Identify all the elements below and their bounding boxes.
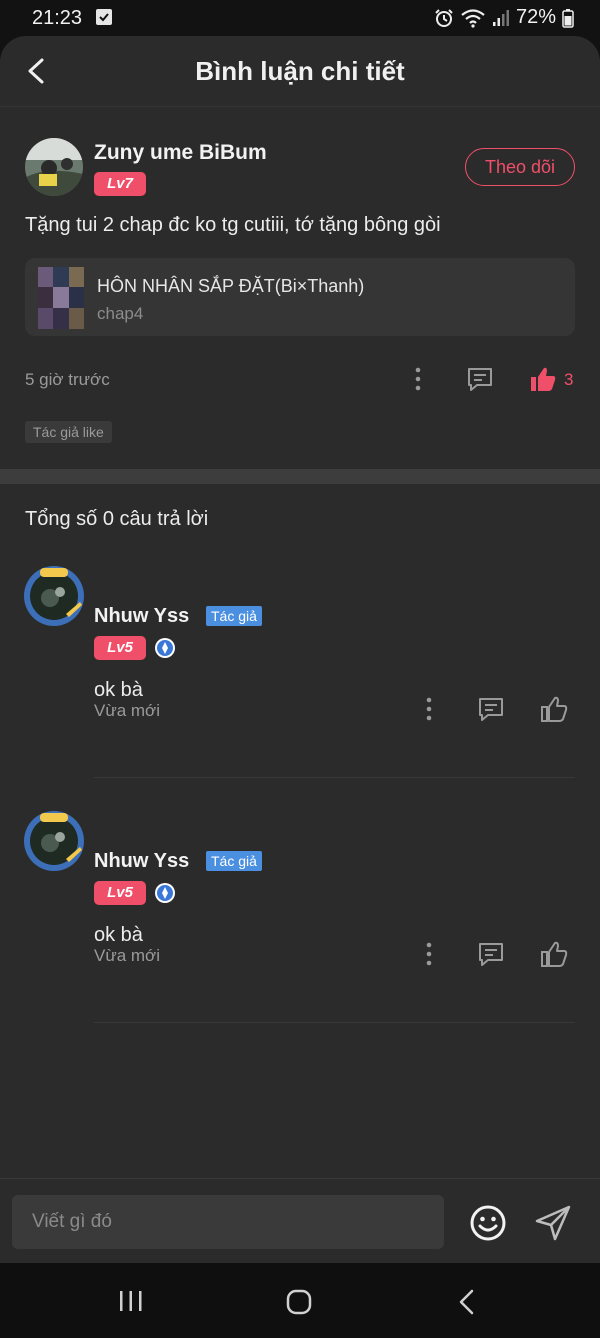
header: Bình luận chi tiết xyxy=(0,36,600,107)
level-badge: Lv7 xyxy=(94,172,146,196)
like-icon[interactable] xyxy=(529,365,557,393)
more-icon[interactable] xyxy=(419,941,439,967)
status-time: 21:23 xyxy=(32,7,83,29)
send-icon[interactable] xyxy=(534,1204,572,1242)
shield-icon xyxy=(155,883,175,903)
like-icon[interactable] xyxy=(540,940,568,968)
like-count: 3 xyxy=(564,370,574,389)
avatar[interactable] xyxy=(25,138,83,196)
battery-icon xyxy=(562,8,574,28)
status-icons: 72% xyxy=(434,6,574,29)
reply-separator xyxy=(94,1022,575,1023)
comment-icon[interactable] xyxy=(477,941,505,967)
work-title: HÔN NHÂN SẮP ĐẶT(Bi×Thanh) xyxy=(97,276,365,296)
recent-apps-icon[interactable] xyxy=(118,1289,144,1313)
level-badge: Lv5 xyxy=(94,881,146,905)
like-icon[interactable] xyxy=(540,695,568,723)
reply-user-name[interactable]: Nhuw Yss xyxy=(94,605,189,628)
checkbox-notification-icon xyxy=(96,9,112,25)
replies-count: Tổng số 0 câu trả lời xyxy=(25,508,209,530)
section-divider xyxy=(0,469,600,484)
follow-button[interactable]: Theo dõi xyxy=(465,148,575,186)
signal-icon xyxy=(492,9,509,26)
status-bar: 21:23 72% xyxy=(0,0,600,36)
author-like-badge: Tác giả like xyxy=(25,421,112,443)
shield-icon xyxy=(155,638,175,658)
comment-time: 5 giờ trước xyxy=(25,370,110,389)
comment-icon[interactable] xyxy=(477,696,505,722)
comment-icon[interactable] xyxy=(466,366,494,392)
more-icon[interactable] xyxy=(408,366,428,392)
reply-user-name[interactable]: Nhuw Yss xyxy=(94,850,189,873)
battery-percent: 72% xyxy=(515,6,556,28)
app-screen: Bình luận chi tiết Zuny ume BiBum Lv7 Th… xyxy=(0,36,600,1263)
work-cover-image xyxy=(38,267,84,329)
reply-separator xyxy=(94,777,575,778)
reply-time: Vừa mới xyxy=(94,946,160,965)
alarm-icon xyxy=(435,8,453,27)
reply-time: Vừa mới xyxy=(94,701,160,720)
comment-input[interactable] xyxy=(12,1195,444,1249)
work-card[interactable]: HÔN NHÂN SẮP ĐẶT(Bi×Thanh) chap4 xyxy=(25,258,575,336)
home-icon[interactable] xyxy=(285,1289,313,1315)
back-nav-icon[interactable] xyxy=(456,1288,478,1316)
reply-text: ok bà xyxy=(94,679,143,701)
system-nav-bar xyxy=(0,1263,600,1338)
comment-input-bar xyxy=(0,1178,600,1263)
level-badge: Lv5 xyxy=(94,636,146,660)
author-tag: Tác giả xyxy=(206,606,262,626)
reply-text: ok bà xyxy=(94,924,143,946)
comment-text: Tặng tui 2 chap đc ko tg cutiii, tớ tặng… xyxy=(25,214,441,236)
work-chapter: chap4 xyxy=(97,304,144,323)
avatar[interactable] xyxy=(22,564,86,628)
emoji-icon[interactable] xyxy=(469,1204,507,1242)
comment-user-name[interactable]: Zuny ume BiBum xyxy=(94,141,267,165)
avatar[interactable] xyxy=(22,809,86,873)
more-icon[interactable] xyxy=(419,696,439,722)
author-tag: Tác giả xyxy=(206,851,262,871)
wifi-icon xyxy=(461,8,485,28)
page-title: Bình luận chi tiết xyxy=(195,56,405,86)
comment-input-container xyxy=(12,1195,444,1249)
